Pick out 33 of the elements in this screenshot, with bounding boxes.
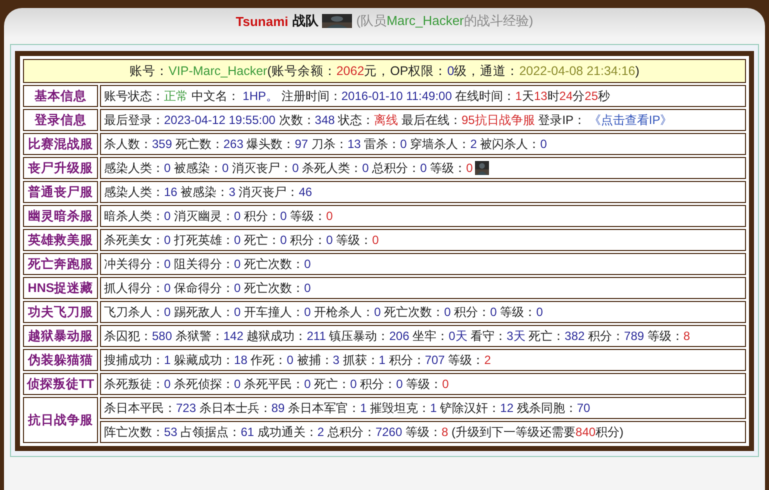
category-label: 比赛混战服 [23, 133, 98, 155]
stats-text: 最后登录：2023-04-12 19:55:00 次数：348 状态：离线 最后在线：95抗日战争服 登录IP： 《点击查看IP》 [104, 112, 672, 128]
category-label: HNS捉迷藏 [23, 277, 98, 299]
stats-text: 冲关得分：0 阻关得分：0 死亡次数：0 [104, 256, 311, 272]
stats-text: 杀日本平民：723 杀日本士兵：89 杀日本军官：1 摧毁坦克：1 铲除汉奸：12 残杀同胞：70 [104, 400, 590, 416]
stats-text: 杀囚犯：580 杀狱警：142 越狱成功：211 镇压暴动：206 坐牢：0天 看守：3天 死亡：382 积分：789 等级：8 [104, 328, 690, 344]
category-label: 伪装躲猫猫 [23, 349, 98, 371]
category-label: 英雄救美服 [23, 229, 98, 251]
category-label: 丧尸升级服 [23, 157, 98, 179]
stats-text: 搜捕成功：1 躲藏成功：18 作死：0 被捕：3 抓获：1 积分：707 等级：2 [104, 352, 491, 368]
stats-text: 暗杀人类：0 消灭幽灵：0 积分：0 等级：0 [104, 208, 333, 224]
stats-text: 杀人数：359 死亡数：263 爆头数：97 刀杀：13 雷杀：0 穿墙杀人：2 被闪杀人：0 [104, 136, 547, 152]
team-suffix: 战队 [292, 12, 318, 30]
stats-text: 感染人类：0 被感染：0 消灭丧尸：0 杀死人类：0 总积分：0 等级：0 [104, 160, 473, 176]
stats-text: 杀死叛徒：0 杀死侦探：0 杀死平民：0 死亡：0 积分：0 等级：0 [104, 376, 449, 392]
account-text: 账号：VIP-Marc_Hacker(账号余额：2062元，OP权限：0级，通道：2022-04-08 21:34:16) [130, 62, 640, 80]
category-label: 侦探叛徒TT [23, 373, 98, 395]
category-label: 普通丧尸服 [23, 181, 98, 203]
stats-text: 杀死美女：0 打死英雄：0 死亡：0 积分：0 等级：0 [104, 232, 379, 248]
category-label: 越狱暴动服 [23, 325, 98, 347]
category-label: 基本信息 [23, 85, 98, 107]
member-caption: (队员Marc_Hacker的战斗经验) [356, 12, 534, 30]
category-label: 功夫飞刀服 [23, 301, 98, 323]
stats-text: 飞刀杀人：0 踢死敌人：0 开车撞人：0 开枪杀人：0 死亡次数：0 积分：0 等级：0 [104, 304, 543, 320]
stats-text: 抓人得分：0 保命得分：0 死亡次数：0 [104, 280, 311, 296]
category-label: 死亡奔跑服 [23, 253, 98, 275]
category-label: 登录信息 [23, 109, 98, 131]
category-label: 抗日战争服 [23, 397, 98, 443]
stats-text: 阵亡次数：53 占领据点：61 成功通关：2 总积分：7260 等级：8 (升级到下一等级还需要840积分) [104, 424, 624, 440]
team-name: Tsunami [236, 14, 288, 28]
stats-text: 账号状态：正常 中文名： 1HP。 注册时间：2016-01-10 11:49:00 在线时间：1天13时24分25秒 [104, 88, 610, 104]
stats-text: 感染人类：16 被感染：3 消灭丧尸：46 [104, 184, 312, 200]
category-label: 幽灵暗杀服 [23, 205, 98, 227]
